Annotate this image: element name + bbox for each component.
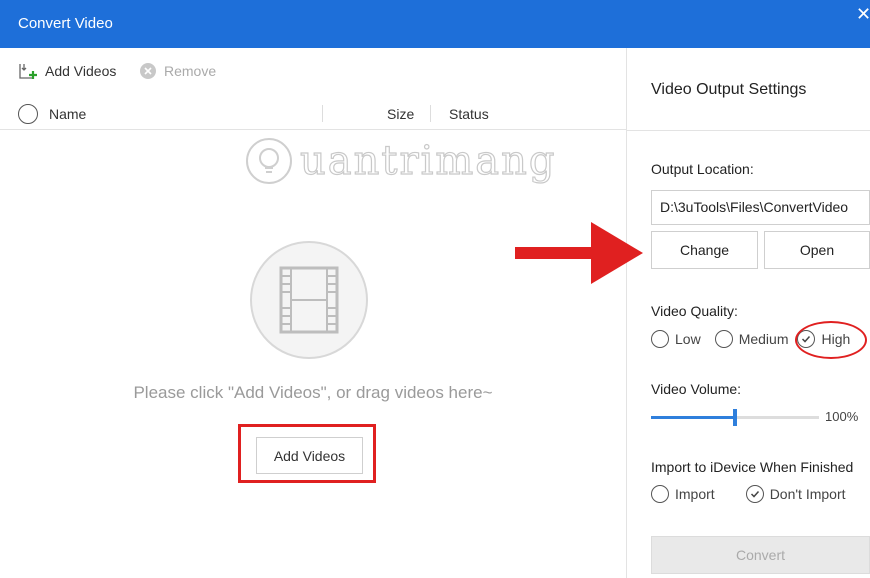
settings-title: Video Output Settings <box>651 81 807 98</box>
video-quality-label: Video Quality: <box>651 303 738 319</box>
settings-header: Video Output Settings <box>627 48 870 131</box>
change-button[interactable]: Change <box>651 231 758 269</box>
volume-slider-handle[interactable] <box>733 409 737 426</box>
column-divider <box>430 105 431 122</box>
output-location-label: Output Location: <box>651 161 754 177</box>
quality-option-low[interactable]: Low <box>651 330 701 348</box>
file-list-header: Name Size Status <box>0 98 626 130</box>
remove-toolbar-label: Remove <box>164 63 217 79</box>
film-strip-icon <box>249 240 369 365</box>
radio-checked-icon <box>745 485 764 503</box>
annotation-ellipse <box>795 321 867 359</box>
toolbar: Add Videos Remove <box>0 48 626 98</box>
title-bar: Convert Video ✕ <box>0 0 870 48</box>
select-all-checkbox[interactable] <box>18 104 38 124</box>
column-size[interactable]: Size <box>387 106 414 122</box>
output-settings-panel: Video Output Settings Output Location: D… <box>626 48 870 578</box>
quality-option-medium[interactable]: Medium <box>714 330 789 348</box>
add-videos-button[interactable]: Add Videos <box>256 437 363 474</box>
import-option[interactable]: Import <box>651 485 715 503</box>
radio-unchecked-icon <box>714 330 733 348</box>
close-icon[interactable]: ✕ <box>856 6 870 22</box>
add-videos-toolbar-label: Add Videos <box>45 63 117 79</box>
video-volume-label: Video Volume: <box>651 381 742 397</box>
output-path-field[interactable]: D:\3uTools\Files\ConvertVideo <box>651 190 870 225</box>
radio-unchecked-icon <box>651 485 669 503</box>
remove-circle-icon <box>139 62 157 80</box>
add-file-icon <box>18 62 38 80</box>
open-button[interactable]: Open <box>764 231 870 269</box>
quality-medium-label: Medium <box>738 331 789 347</box>
import-radio-group: Import Don't Import <box>651 485 846 503</box>
dont-import-option-label: Don't Import <box>769 486 846 502</box>
annotation-arrow-icon <box>515 222 643 284</box>
watermark-bulb-icon <box>246 138 292 184</box>
import-label: Import to iDevice When Finished <box>651 459 854 475</box>
watermark-text: uantrimang <box>299 137 557 184</box>
volume-value: 100% <box>825 409 859 424</box>
quality-low-label: Low <box>675 331 701 347</box>
remove-toolbar-button[interactable]: Remove <box>139 62 216 80</box>
column-name[interactable]: Name <box>49 106 86 122</box>
radio-unchecked-icon <box>651 330 669 348</box>
column-status[interactable]: Status <box>449 106 489 122</box>
volume-slider-fill <box>651 416 735 419</box>
convert-button[interactable]: Convert <box>651 536 870 574</box>
dont-import-option[interactable]: Don't Import <box>745 485 846 503</box>
empty-state-hint: Please click "Add Videos", or drag video… <box>133 383 493 402</box>
add-videos-toolbar-button[interactable]: Add Videos <box>18 62 116 80</box>
window-title: Convert Video <box>18 15 113 32</box>
watermark: uantrimang <box>244 136 557 186</box>
volume-slider[interactable] <box>651 409 819 426</box>
column-divider <box>322 105 323 122</box>
import-option-label: Import <box>675 486 715 502</box>
